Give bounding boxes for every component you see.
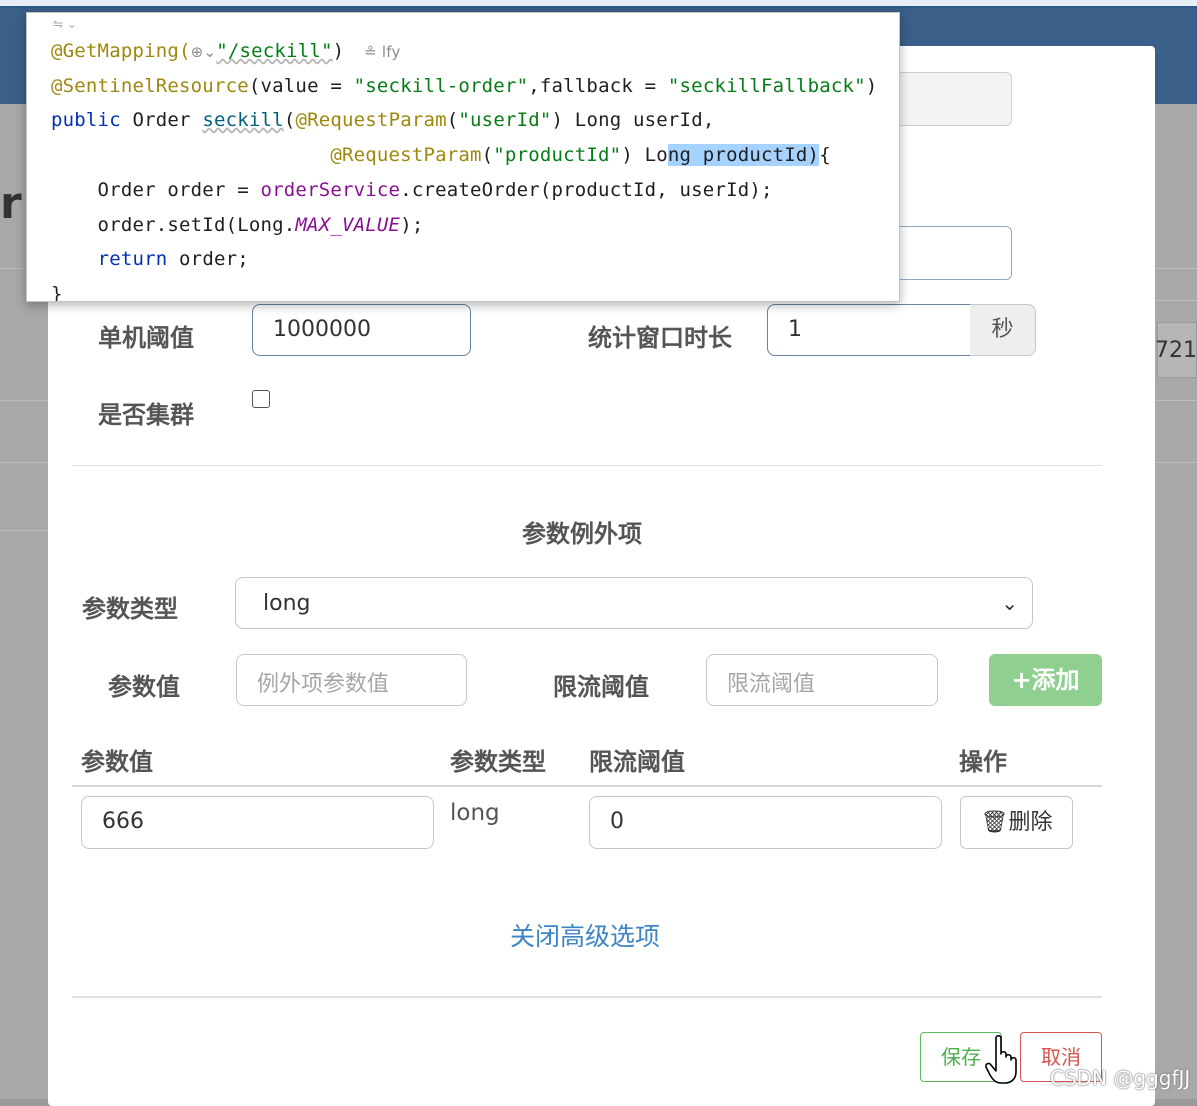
row-limit-input[interactable]: 0	[589, 796, 942, 849]
background-partial-title: r	[0, 178, 22, 229]
code-token: )	[865, 75, 878, 97]
add-exception-button[interactable]: +添加	[989, 654, 1102, 706]
param-value-placeholder: 例外项参数值	[257, 672, 390, 697]
limit-threshold-label: 限流阈值	[553, 673, 649, 701]
code-preview-popup: ⇋ ⌄ @GetMapping(⊕⌄"/seckill") ≗ lfy @Sen…	[26, 12, 900, 302]
footer-divider	[72, 996, 1102, 998]
table-header-limit: 限流阈值	[589, 748, 685, 776]
table-header-param-value: 参数值	[81, 748, 153, 776]
code-token: }	[51, 283, 63, 302]
limit-threshold-input[interactable]: 限流阈值	[706, 654, 938, 706]
code-token: orderService	[260, 179, 401, 201]
chevron-down-icon: ⌄	[1001, 591, 1018, 615]
code-token: "/seckill"	[216, 40, 333, 62]
code-token: ) Lo	[621, 144, 668, 166]
cluster-checkbox[interactable]	[252, 390, 270, 408]
param-value-input[interactable]: 例外项参数值	[236, 654, 467, 706]
code-token: @RequestParam	[330, 144, 482, 166]
popup-toolbar-icon: ⇋ ⌄	[53, 17, 77, 31]
param-type-label: 参数类型	[82, 595, 178, 623]
code-token: return	[97, 248, 180, 270]
code-token: ) Long userId,	[551, 109, 715, 131]
code-token: );	[400, 214, 424, 236]
exceptions-section-title: 参数例外项	[522, 520, 642, 548]
code-token: "seckill-order"	[353, 75, 529, 97]
close-advanced-options-link[interactable]: 关闭高级选项	[510, 917, 660, 953]
code-token: ng productId)	[667, 144, 820, 166]
code-token: (value =	[248, 75, 354, 97]
code-line: return order;	[51, 248, 249, 270]
threshold-input[interactable]: 1000000	[252, 304, 471, 356]
code-token: {	[819, 144, 831, 166]
code-token: .createOrder(productId, userId);	[400, 179, 773, 201]
code-line: order.setId(Long.MAX_VALUE);	[51, 214, 424, 236]
plus-icon: +	[1011, 666, 1032, 694]
background-divider	[0, 400, 48, 401]
code-token: "seckillFallback"	[667, 75, 866, 97]
window-unit-addon: 秒	[970, 304, 1036, 356]
code-token: @SentinelResource	[51, 75, 249, 97]
table-header-divider	[72, 785, 1102, 787]
delete-row-button[interactable]: 🗑删除	[960, 796, 1073, 849]
code-token: seckill	[202, 109, 284, 131]
code-token: "productId"	[493, 144, 622, 166]
code-token: MAX_VALUE	[295, 214, 401, 236]
code-token: @RequestParam	[295, 109, 447, 131]
background-right-panel	[1155, 104, 1197, 1099]
code-token: Order order =	[51, 179, 261, 201]
background-divider	[1155, 462, 1197, 463]
code-line: @SentinelResource(value = "seckill-order…	[51, 75, 877, 97]
code-token: public	[51, 109, 133, 131]
watermark: CSDN @gggfJJ	[1050, 1066, 1191, 1090]
delete-button-label: 删除	[1008, 810, 1053, 835]
section-divider	[72, 465, 1102, 466]
app-top-border	[0, 0, 1197, 8]
code-token: (	[446, 109, 459, 131]
hand-pointer-cursor-icon	[985, 1034, 1017, 1084]
code-token: @GetMapping(	[51, 40, 191, 62]
code-line: @GetMapping(⊕⌄"/seckill") ≗ lfy	[51, 40, 401, 62]
code-line: Order order = orderService.createOrder(p…	[51, 179, 773, 201]
code-token: ,fallback =	[528, 75, 668, 97]
cluster-label: 是否集群	[98, 401, 194, 429]
code-token: (	[481, 144, 494, 166]
background-divider	[0, 530, 48, 531]
background-divider	[1155, 268, 1197, 269]
code-token: "userId"	[458, 109, 552, 131]
code-token: )	[332, 40, 345, 62]
param-value-label: 参数值	[108, 673, 180, 701]
add-button-label: 添加	[1031, 666, 1080, 694]
table-header-action: 操作	[959, 748, 1007, 776]
code-token: (	[283, 109, 296, 131]
background-divider	[1155, 300, 1197, 301]
table-header-param-type: 参数类型	[450, 748, 546, 776]
code-token: ⊕⌄	[190, 43, 217, 61]
row-param-type: long	[450, 800, 500, 826]
code-token: order;	[179, 248, 249, 270]
limit-threshold-placeholder: 限流阈值	[727, 672, 816, 697]
code-line: @RequestParam("productId") Long productI…	[51, 144, 831, 166]
row-param-value-input[interactable]: 666	[81, 796, 434, 849]
code-token: ≗ lfy	[344, 43, 401, 61]
background-divider	[0, 462, 48, 463]
param-type-selected-value: long	[263, 591, 311, 616]
code-token: Order	[132, 109, 203, 131]
background-table-value: 721	[1155, 338, 1197, 363]
trash-icon: 🗑	[980, 810, 1009, 835]
code-line: public Order seckill(@RequestParam("user…	[51, 109, 714, 131]
window-duration-label: 统计窗口时长	[588, 324, 732, 352]
param-type-select[interactable]: long ⌄	[235, 577, 1033, 629]
code-line: }	[51, 283, 63, 302]
background-divider	[1155, 400, 1197, 401]
threshold-label: 单机阈值	[98, 324, 194, 352]
code-token: order.setId(Long.	[51, 214, 296, 236]
window-duration-input[interactable]: 1	[767, 304, 971, 356]
